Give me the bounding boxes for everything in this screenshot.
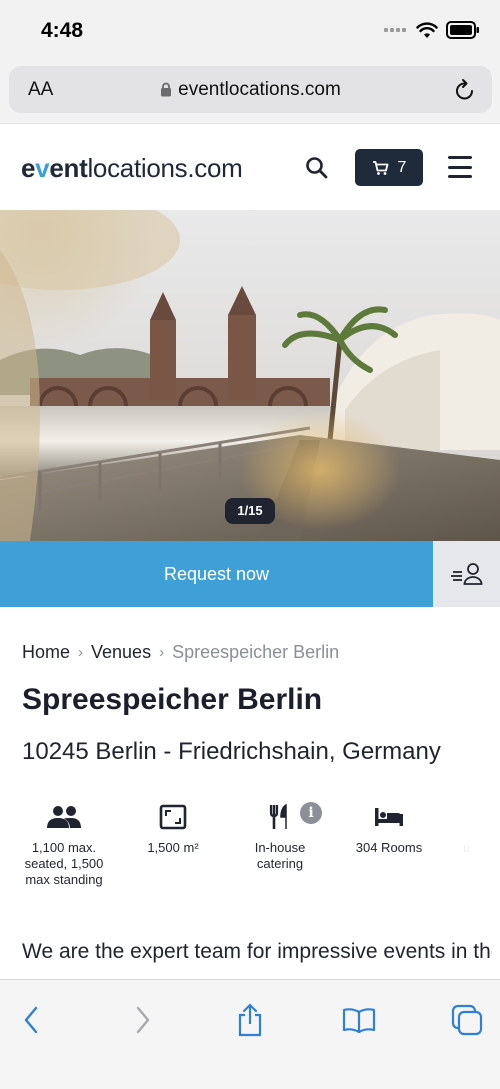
browser-toolbar: AA eventlocations.com [0,62,500,124]
search-icon[interactable] [304,155,330,181]
signal-icon [384,28,406,32]
catering-icon [269,803,287,829]
tabs-button[interactable] [449,1002,485,1038]
area-icon [159,804,187,830]
feature-rooms: 304 Rooms [339,800,439,856]
contact-person-icon [450,563,482,585]
info-icon[interactable]: i [300,802,322,824]
reload-icon[interactable] [454,78,476,102]
feature-area: 1,500 m² [123,800,223,856]
site-logo[interactable]: eventlocations.com [21,153,243,184]
feature-label: 304 Rooms [355,840,423,855]
venue-location: 10245 Berlin - Friedrichshain, Germany [22,738,441,765]
venue-photo [0,210,500,541]
gallery-counter: 1/15 [225,498,275,524]
people-icon [47,806,81,828]
feature-label: 1,100 max. seated, 1,500 max standing [24,840,104,887]
battery-icon [446,21,479,39]
chevron-left-icon [24,1006,38,1034]
hero-image-gallery[interactable]: 1/15 [0,210,500,541]
book-icon [342,1008,376,1033]
feature-capacity: 1,100 max. seated, 1,500 max standing [14,800,114,888]
share-button[interactable] [232,1002,268,1038]
lock-icon [161,82,172,97]
breadcrumb: Home › Venues › Spreespeicher Berlin [22,642,339,663]
feature-label: 1,500 m² [147,840,199,855]
breadcrumb-current: Spreespeicher Berlin [172,642,340,662]
hamburger-menu-icon[interactable] [448,156,472,178]
share-icon [238,1003,262,1037]
venue-description: We are the expert team for impressive ev… [22,940,492,963]
wifi-icon [416,21,438,38]
browser-bottom-toolbar [0,979,500,1089]
bookmarks-button[interactable] [341,1002,377,1038]
venue-features: 1,100 max. seated, 1,500 max standing 1,… [0,800,500,910]
back-button[interactable] [13,1002,49,1038]
scroll-fade [440,800,500,910]
chevron-right-icon: › [159,644,165,661]
url-display[interactable]: eventlocations.com [9,79,492,101]
contact-person-button[interactable] [433,541,500,607]
cart-button[interactable]: 7 [355,149,423,186]
chevron-right-icon: › [78,644,84,661]
cart-icon [372,160,388,175]
site-header: eventlocations.com 7 [0,125,500,209]
page-title: Spreespeicher Berlin [22,683,323,716]
forward-button[interactable] [125,1002,161,1038]
request-now-button[interactable]: Request now [0,541,433,607]
url-text: eventlocations.com [178,79,341,100]
breadcrumb-home[interactable]: Home [22,642,70,663]
breadcrumb-venues[interactable]: Venues [91,642,151,663]
status-time: 4:48 [41,19,84,42]
feature-label: In-house catering [254,840,306,871]
status-bar: 4:48 [0,0,500,62]
cart-count: 7 [397,158,407,176]
status-icons [384,21,480,39]
tabs-icon [451,1004,483,1036]
chevron-right-icon [136,1006,150,1034]
url-bar[interactable]: AA eventlocations.com [9,66,492,113]
bed-icon [375,808,403,826]
